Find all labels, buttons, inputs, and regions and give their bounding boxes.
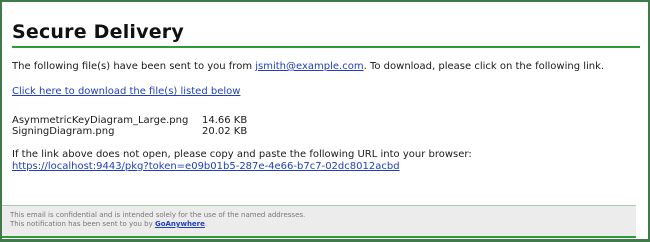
download-url-link[interactable]: https://localhost:9443/pkg?token=e09b01b… bbox=[12, 161, 640, 172]
sent-by-prefix: This notification has been sent to you b… bbox=[10, 220, 155, 228]
sent-by-suffix: . bbox=[204, 220, 208, 228]
intro-after: . To download, please click on the follo… bbox=[363, 61, 605, 72]
intro-before: The following file(s) have been sent to … bbox=[12, 61, 256, 72]
file-list: AsymmetricKeyDiagram_Large.png 14.66 KB … bbox=[12, 115, 247, 137]
file-row: SigningDiagram.png 20.02 KB bbox=[12, 126, 247, 137]
sender-email-link[interactable]: jsmith@example.com bbox=[255, 61, 363, 72]
intro-text: The following file(s) have been sent to … bbox=[12, 60, 640, 74]
email-title: Secure Delivery bbox=[12, 21, 184, 43]
email-content: Secure Delivery The following file(s) ha… bbox=[10, 8, 640, 172]
confidentiality-notice: This email is confidential and is intend… bbox=[10, 211, 306, 219]
goanywhere-link[interactable]: GoAnywhere bbox=[155, 220, 205, 228]
footer-divider bbox=[2, 236, 636, 238]
email-frame: Secure Delivery The following file(s) ha… bbox=[0, 0, 650, 242]
file-name: SigningDiagram.png bbox=[12, 126, 115, 137]
email-footer: This email is confidential and is intend… bbox=[2, 205, 636, 238]
file-size: 14.66 KB bbox=[202, 115, 248, 126]
file-size: 20.02 KB bbox=[202, 126, 248, 137]
file-row: AsymmetricKeyDiagram_Large.png 14.66 KB bbox=[12, 115, 247, 126]
notification-source: This notification has been sent to you b… bbox=[2, 220, 636, 229]
download-files-link[interactable]: Click here to download the file(s) liste… bbox=[12, 85, 640, 99]
fallback-instructions: If the link above does not open, please … bbox=[12, 149, 472, 160]
file-name: AsymmetricKeyDiagram_Large.png bbox=[12, 115, 189, 126]
title-divider bbox=[12, 46, 640, 48]
